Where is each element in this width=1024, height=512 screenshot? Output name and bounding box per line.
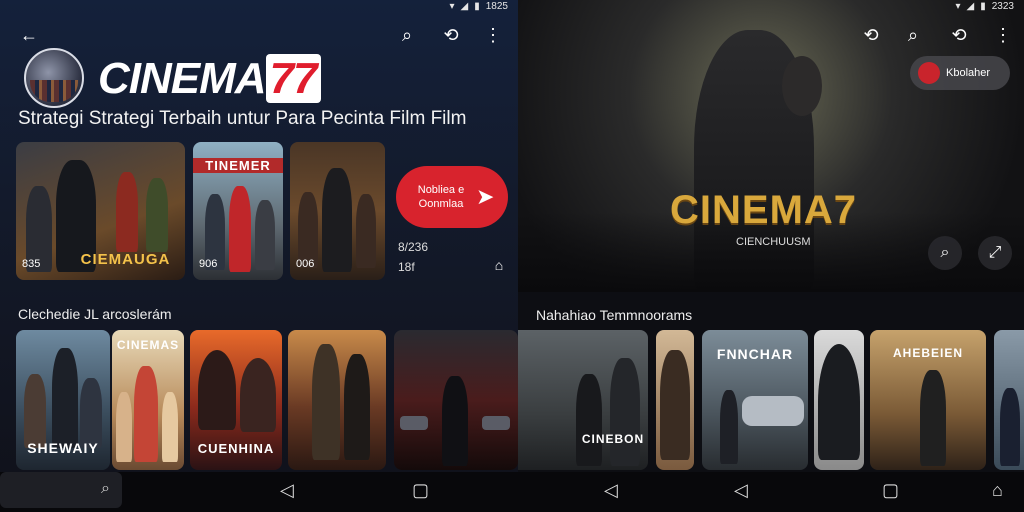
more-menu-icon[interactable]: ⋮ (480, 22, 506, 48)
brand-logo: CINEMA77 (98, 54, 321, 104)
search-icon[interactable]: ⌕ (900, 22, 926, 48)
side-info: 8/236 18f (398, 240, 429, 274)
row-poster-1[interactable]: SHEWAIY (16, 330, 110, 470)
wifi-icon: ▾ (449, 0, 455, 12)
wifi-icon: ▾ (955, 0, 961, 12)
section-title: Nahahiao Temmnoorams (536, 307, 693, 323)
cast-icon[interactable]: ⟲ (858, 22, 884, 48)
cast-icon[interactable]: ⟲ (438, 22, 464, 48)
nav-back-icon[interactable]: ◁ (280, 480, 294, 501)
home-icon[interactable]: ⌂ (486, 252, 512, 278)
nav-recents-icon[interactable]: ⌂ (992, 480, 1003, 501)
section-title: Clechedie JL arcoslerám (18, 306, 172, 322)
row-poster-11[interactable] (994, 330, 1024, 470)
page-tagline: Strategi Strategi Terbaih untur Para Pec… (18, 108, 467, 129)
nav-home-icon[interactable]: ▢ (882, 480, 899, 501)
row-poster-8[interactable]: FNNCHAR (702, 330, 808, 470)
status-bar-right: ▾ ◢ ▮ 2323 (956, 0, 1015, 12)
clock: 2323 (991, 0, 1014, 12)
battery-icon: ▮ (980, 0, 986, 12)
channel-logo-avatar[interactable] (24, 48, 84, 108)
watch-now-button[interactable]: Nobliea e Oonmlaa ➤ (396, 166, 508, 228)
featured-poster-2[interactable]: TINEMER 906 (193, 142, 283, 280)
search-icon[interactable]: ⌕ (928, 236, 962, 270)
row-poster-10[interactable]: AHEBEIEN (870, 330, 986, 470)
featured-poster-3[interactable]: 006 (290, 142, 385, 280)
back-arrow-icon[interactable]: ← (16, 22, 42, 48)
signal-icon: ◢ (966, 0, 975, 12)
row-poster-4[interactable] (288, 330, 386, 470)
row-poster-7[interactable] (656, 330, 694, 470)
row-poster-5[interactable] (394, 330, 518, 470)
profile-chip[interactable]: Kbolaher (910, 56, 1010, 90)
system-nav-bar (0, 472, 1024, 512)
hero-subtitle: CIENCHUUSM (736, 236, 811, 248)
play-arrow-icon: ➤ (476, 184, 495, 209)
avatar (918, 62, 940, 84)
nav-back-icon[interactable]: ◁ (734, 480, 748, 501)
row-poster-2[interactable]: CINEMAS (112, 330, 184, 470)
row-poster-6[interactable]: CINEBON (518, 330, 648, 470)
share-icon[interactable]: ⟲ (946, 22, 972, 48)
right-pane: CINEMA7 CIENCHUUSM ▾ ◢ ▮ 2323 ⟲ ⌕ ⟲ ⋮ Kb… (518, 0, 1024, 512)
row-poster-9[interactable] (814, 330, 864, 470)
row-poster-3[interactable]: CUENHINA (190, 330, 282, 470)
featured-poster-1[interactable]: CIEMAUGA 835 (16, 142, 185, 280)
left-pane: ▾ ◢ ▮ 1825 ← ⌕ ⟲ ⋮ CINEMA77 Strategi Str… (0, 0, 518, 512)
fullscreen-icon[interactable]: ⤢ (978, 236, 1012, 270)
hero-title: CINEMA7 (670, 188, 858, 232)
nav-home-icon[interactable]: ▢ (412, 480, 429, 501)
search-icon[interactable]: ⌕ (394, 22, 420, 48)
more-menu-icon[interactable]: ⋮ (990, 22, 1016, 48)
bottom-search-field[interactable]: ⌕ (0, 472, 122, 508)
clock: 1825 (485, 0, 508, 12)
search-icon: ⌕ (101, 480, 110, 497)
signal-icon: ◢ (460, 0, 469, 12)
nav-back-icon[interactable]: ◁ (604, 480, 618, 501)
status-bar: ▾ ◢ ▮ 1825 (450, 0, 509, 12)
battery-icon: ▮ (474, 0, 480, 12)
